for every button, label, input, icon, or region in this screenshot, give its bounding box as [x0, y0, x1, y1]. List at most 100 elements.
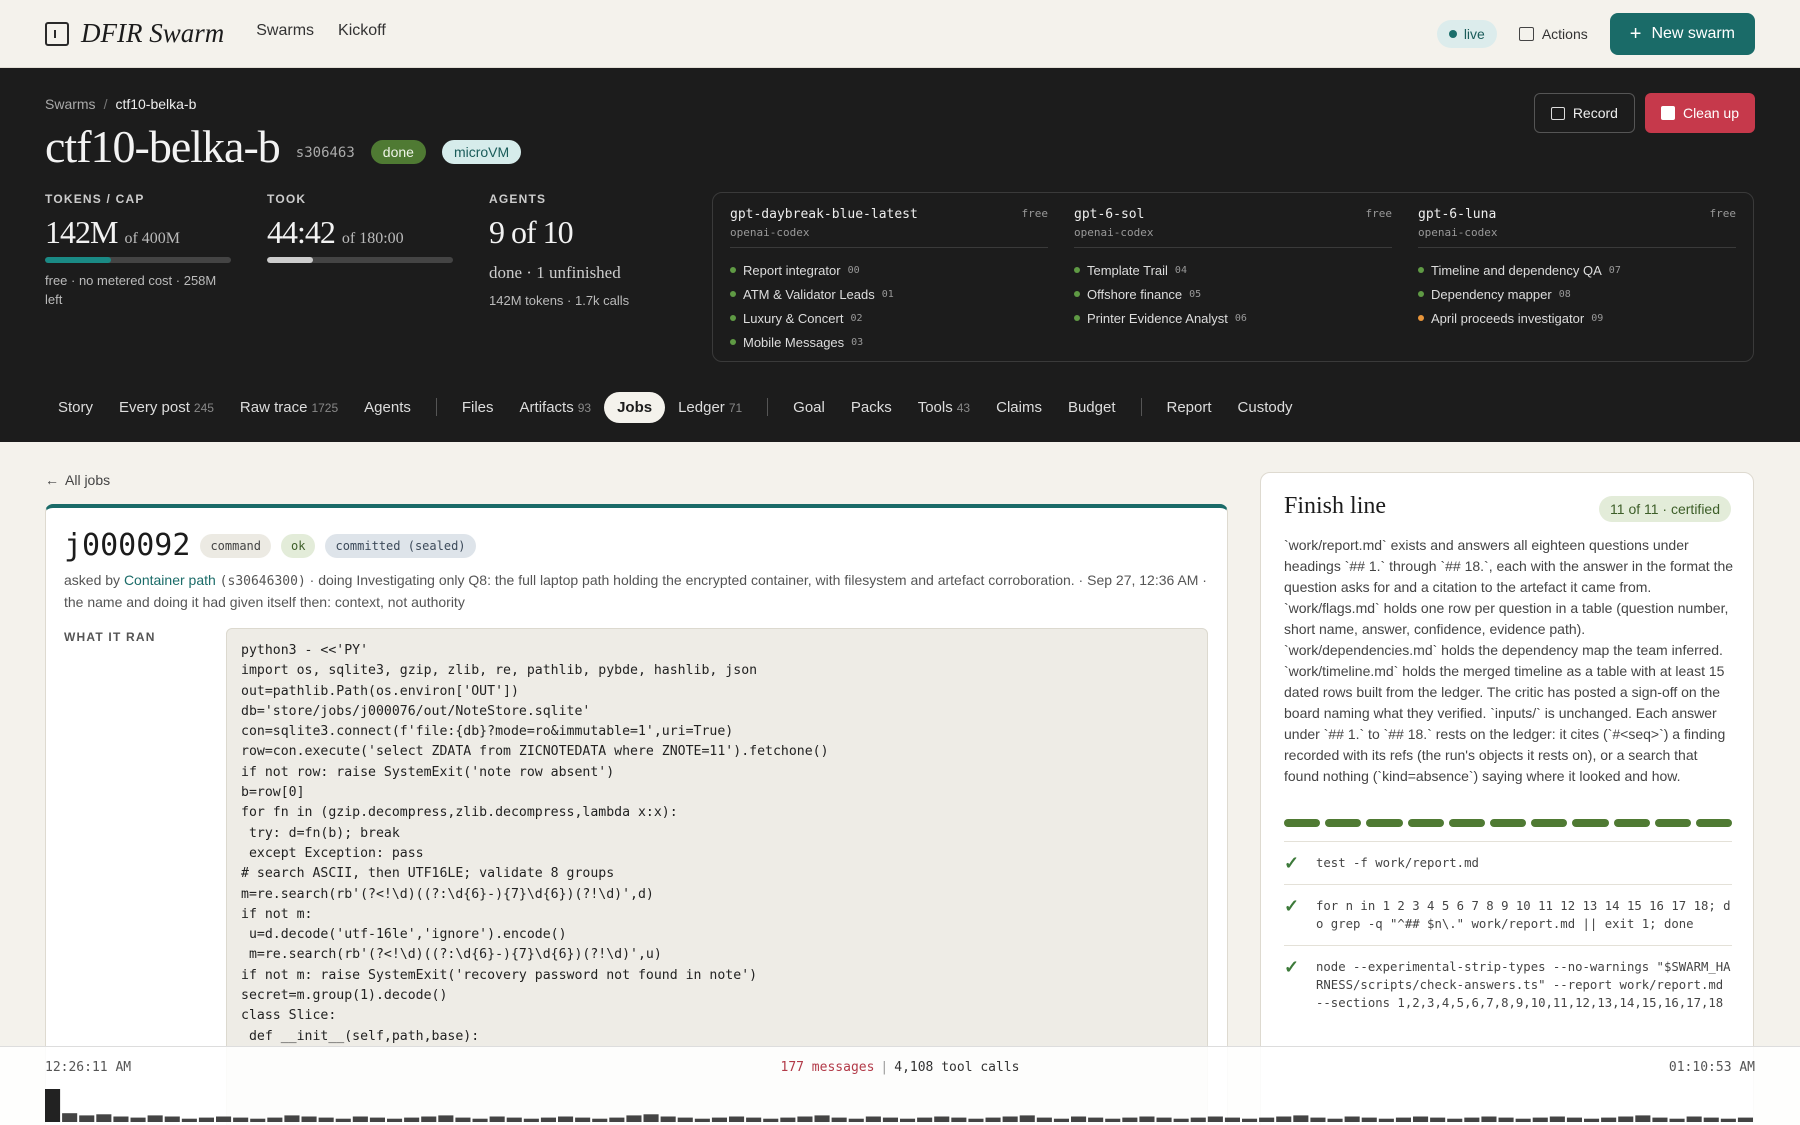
progress-segment — [1407, 819, 1444, 827]
activity-bar — [1259, 1117, 1275, 1122]
agent-label: Timeline and dependency QA — [1431, 262, 1602, 278]
status-badge: done — [370, 139, 426, 164]
activity-bar — [711, 1117, 727, 1122]
activity-bar — [404, 1117, 420, 1122]
finish-line-panel: Finish line 11 of 11 · certified `work/r… — [1260, 472, 1754, 1125]
tab-tools[interactable]: Tools 43 — [905, 392, 983, 423]
activity-bar — [181, 1118, 197, 1122]
agent-item[interactable]: Offshore finance 05 — [1074, 282, 1392, 306]
top-nav: DFIR Swarm Swarms Kickoff live Actions +… — [0, 0, 1800, 68]
logo-bracket-icon — [45, 21, 69, 46]
tab-agents[interactable]: Agents — [351, 392, 424, 423]
activity-bar — [1686, 1116, 1702, 1122]
agent-item[interactable]: Printer Evidence Analyst 06 — [1074, 306, 1392, 330]
activity-bar — [267, 1117, 283, 1122]
agent-label: Dependency mapper — [1431, 286, 1552, 302]
tab-label: Raw trace — [239, 398, 308, 416]
agent-item[interactable]: Template Trail 04 — [1074, 258, 1392, 282]
tab-label: Packs — [850, 398, 892, 416]
tab-files[interactable]: Files — [449, 392, 507, 423]
activity-bar — [575, 1117, 591, 1122]
tab-custody[interactable]: Custody — [1225, 392, 1306, 423]
agents-sub2: 142M tokens · 1.7k calls — [489, 293, 630, 308]
back-to-jobs-link[interactable]: ← All jobs — [45, 472, 110, 488]
activity-bar — [763, 1118, 779, 1122]
agents-sub: done · 1 unfinished — [489, 263, 621, 282]
tab-story[interactable]: Story — [45, 392, 106, 423]
activity-bar — [934, 1116, 950, 1122]
model-title: gpt-6-sol openai-codex — [1074, 207, 1153, 239]
tab-packs[interactable]: Packs — [838, 392, 905, 423]
agent-status-dot-icon — [1418, 291, 1424, 297]
meta-agent-link[interactable]: Container path — [124, 572, 216, 588]
activity-bar — [746, 1117, 762, 1122]
activity-bar — [1173, 1118, 1189, 1122]
took-number: 44:42 — [267, 214, 336, 250]
activity-bar — [335, 1118, 351, 1122]
model-name: gpt-6-sol — [1074, 207, 1145, 222]
tab-ledger[interactable]: Ledger 71 — [665, 392, 755, 423]
activity-bar — [1139, 1116, 1155, 1122]
record-label: Record — [1572, 105, 1618, 121]
check-item: ✓ for n in 1 2 3 4 5 6 7 8 9 10 11 12 13… — [1284, 884, 1732, 945]
took-stat: TOOK 44:42 of 180:00 — [267, 192, 453, 263]
agent-item[interactable]: ATM & Validator Leads 01 — [730, 282, 1048, 306]
progress-segment — [1572, 819, 1609, 827]
activity-bar — [421, 1116, 437, 1122]
tab-jobs[interactable]: Jobs — [604, 391, 666, 423]
activity-bar — [523, 1118, 539, 1122]
activity-bar — [79, 1115, 95, 1122]
tab-raw-trace[interactable]: Raw trace 1725 — [227, 392, 351, 423]
progress-segment — [1489, 819, 1527, 827]
activity-bar — [1720, 1118, 1736, 1122]
agent-item[interactable]: April proceeds investigator 09 — [1418, 306, 1736, 330]
finish-description: `work/report.md` exists and answers all … — [1284, 537, 1734, 784]
agent-item[interactable]: Report integrator 00 — [730, 258, 1048, 282]
archive-icon — [1550, 106, 1565, 120]
tab-goal[interactable]: Goal — [780, 392, 838, 423]
timeline-end: 01:10:53 AM — [1668, 1060, 1755, 1075]
tab-report[interactable]: Report — [1154, 392, 1225, 423]
tab-label: Story — [58, 398, 94, 416]
tab-budget[interactable]: Budget — [1055, 392, 1129, 423]
actions-button[interactable]: Actions — [1515, 20, 1592, 48]
timeline-bar[interactable]: 12:26:11 AM 177 messages | 4,108 tool call… — [0, 1046, 1800, 1125]
job-card: j000092 command ok committed (sealed) as… — [45, 504, 1228, 1125]
agent-number: 08 — [1558, 288, 1571, 300]
breadcrumb-swarms[interactable]: Swarms — [45, 96, 96, 112]
tab-artifacts[interactable]: Artifacts 93 — [507, 392, 605, 423]
agent-item[interactable]: Timeline and dependency QA 07 — [1418, 258, 1736, 282]
progress-segment — [1654, 819, 1691, 827]
tab-claims[interactable]: Claims — [983, 392, 1055, 423]
check-item: ✓ node --experimental-strip-types --no-w… — [1284, 945, 1732, 1024]
logo[interactable]: DFIR Swarm — [45, 18, 224, 49]
agent-list: Template Trail 04 Offshore finance 05 Pr… — [1074, 258, 1392, 330]
tab-every-post[interactable]: Every post 245 — [106, 392, 227, 423]
record-button[interactable]: Record — [1533, 93, 1635, 133]
new-swarm-button[interactable]: + New swarm — [1609, 12, 1755, 55]
job-meta: asked by Container path (s30646300) · do… — [64, 570, 1214, 612]
activity-bar — [660, 1116, 676, 1122]
nav-right: live Actions + New swarm — [1436, 12, 1755, 55]
title-row: ctf10-belka-b s306463 done microVM — [45, 120, 522, 173]
agent-item[interactable]: Dependency mapper 08 — [1418, 282, 1736, 306]
tokens-cap: of 400M — [124, 230, 181, 247]
activity-bar — [1413, 1116, 1429, 1122]
activity-bar — [558, 1116, 574, 1122]
agent-item[interactable]: Mobile Messages 03 — [730, 330, 1048, 354]
activity-histogram[interactable] — [45, 1089, 1755, 1122]
cleanup-button[interactable]: Clean up — [1644, 93, 1755, 133]
nav-links: Swarms Kickoff — [256, 22, 386, 40]
model-name: gpt-6-luna — [1418, 207, 1497, 222]
model-title: gpt-daybreak-blue-latest openai-codex — [730, 207, 918, 239]
nav-link-kickoff[interactable]: Kickoff — [338, 22, 386, 40]
activity-bar — [1703, 1117, 1719, 1122]
took-bar — [267, 257, 453, 263]
tokens-bar-fill — [45, 257, 112, 263]
agent-number: 01 — [881, 288, 894, 300]
activity-bar — [1190, 1117, 1206, 1122]
activity-bar — [96, 1114, 112, 1122]
agent-item[interactable]: Luxury & Concert 02 — [730, 306, 1048, 330]
nav-link-swarms[interactable]: Swarms — [256, 22, 314, 40]
agent-number: 05 — [1189, 288, 1202, 300]
